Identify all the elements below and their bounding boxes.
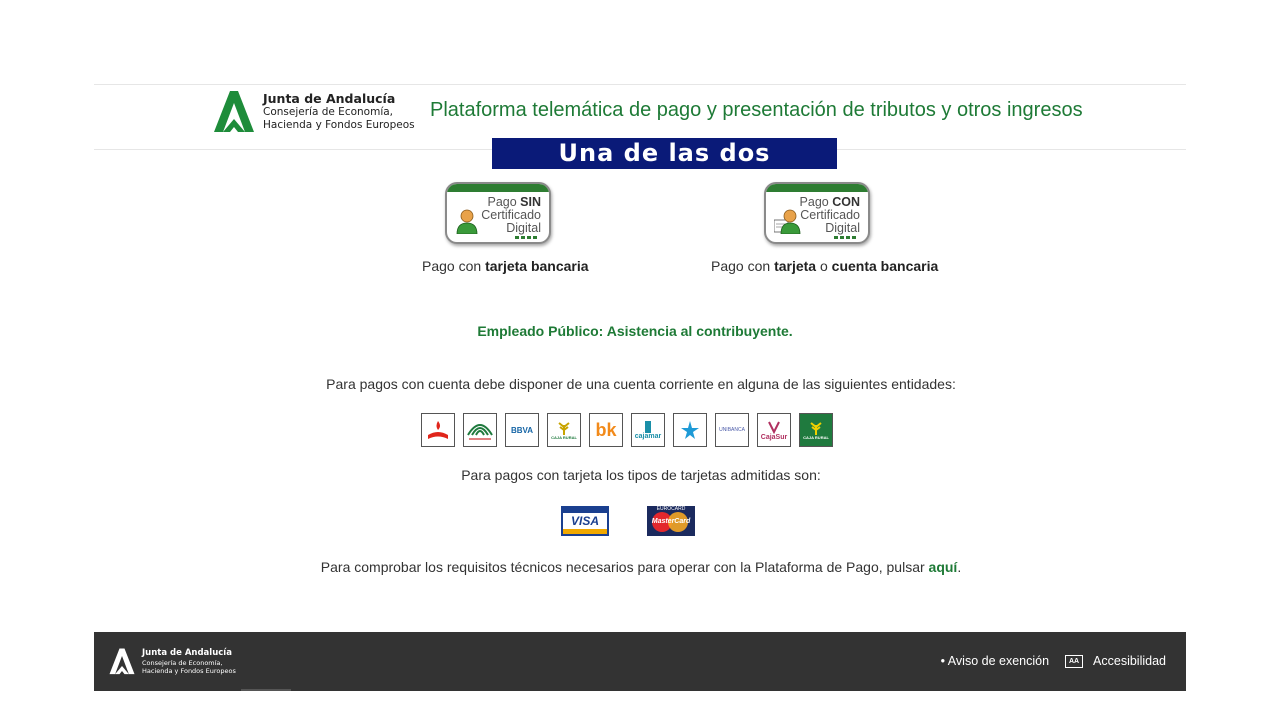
junta-logo-icon — [214, 91, 254, 132]
button-top-bar — [447, 184, 549, 192]
bk-label: bk — [595, 419, 617, 440]
tarjetas-text: Para pagos con tarjeta los tipos de tarj… — [461, 467, 821, 483]
platform-title: Plataforma telemática de pago y presenta… — [430, 99, 1083, 121]
logo-title: Junta de Andalucía — [263, 91, 396, 106]
empleado-publico-link[interactable]: Empleado Público: Asistencia al contribu… — [0, 323, 1270, 339]
footer-logo-sub2: Hacienda y Fondos Europeos — [142, 666, 236, 675]
caja-rural-logo: CAJA RURAL — [547, 413, 581, 447]
caption-con-d: cuenta bancaria — [831, 258, 939, 274]
requisitos-body: Para comprobar los requisitos técnicos n… — [320, 559, 929, 575]
cajamar-logo: cajamar — [631, 413, 665, 447]
page-footer: Junta de Andalucía Consejería de Economí… — [94, 632, 1186, 691]
cajasur-logo: CajaSur — [757, 413, 791, 447]
footer-tab-indicator — [241, 689, 291, 691]
wheat-icon — [810, 421, 822, 435]
santander-icon — [428, 421, 448, 439]
cajasur-icon — [768, 421, 780, 434]
pago-sin-text: Pago SIN Certificado Digital — [481, 196, 541, 235]
unicaja-icon — [467, 424, 493, 440]
footer-links: • Aviso de exención AA Accesibilidad — [941, 654, 1166, 668]
requisitos-link[interactable]: aquí — [929, 559, 958, 575]
bankinter-logo: bk — [589, 413, 623, 447]
pago-con-line3: Digital — [825, 221, 860, 235]
pago-sin-caption: Pago con tarjeta bancaria — [422, 258, 589, 274]
logo-subtitle-2: Hacienda y Fondos Europeos — [263, 118, 415, 131]
caja-rural-del-sur-label: CAJA RURAL — [803, 434, 829, 440]
pago-sin-certificado-button[interactable]: Pago SIN Certificado Digital — [445, 182, 551, 244]
bbva-logo: BBVA — [505, 413, 539, 447]
caixabank-logo — [673, 413, 707, 447]
pago-con-line1a: Pago — [799, 195, 833, 209]
footer-logo-title: Junta de Andalucía — [142, 647, 232, 658]
caption-con-b: tarjeta — [774, 258, 817, 274]
visa-label: VISA — [570, 514, 599, 528]
logo-text: Junta de Andalucía Consejería de Economí… — [263, 91, 415, 131]
pago-con-certificado-button[interactable]: Pago CON Certificado Digital — [764, 182, 870, 244]
caja-rural-del-sur-logo: CAJA RURAL — [799, 413, 833, 447]
pago-con-caption: Pago con tarjeta o cuenta bancaria — [711, 258, 938, 274]
button-top-bar — [766, 184, 868, 192]
junta-logo[interactable]: Junta de Andalucía Consejería de Economí… — [210, 89, 415, 133]
pago-sin-line1a: Pago — [487, 195, 521, 209]
cajamar-icon — [645, 420, 651, 433]
santander-logo — [421, 413, 455, 447]
pago-sin-line3: Digital — [506, 221, 541, 235]
accesibilidad-link[interactable]: Accesibilidad — [1093, 654, 1166, 668]
caption-con-c: o — [816, 258, 832, 274]
mastercard-logo: EUROCARD MasterCard — [647, 506, 695, 536]
visa-stripe-top — [563, 508, 607, 513]
cajamar-label: cajamar — [634, 432, 662, 440]
visa-stripe-bottom — [563, 529, 607, 534]
caption-sin-a: Pago con — [422, 258, 486, 274]
mastercard-label: MasterCard — [651, 518, 691, 525]
user-icon — [456, 209, 478, 234]
entidades-text: Para pagos con cuenta debe disponer de u… — [326, 376, 956, 392]
caption-con-a: Pago con — [711, 258, 775, 274]
certificate-user-icon — [774, 209, 801, 234]
unibanca-logo: UNIBANCA — [715, 413, 749, 447]
requisitos-end: . — [957, 559, 962, 575]
unicaja-logo — [463, 413, 497, 447]
requisitos-text: Para comprobar los requisitos técnicos n… — [0, 559, 1280, 575]
caption-sin-b: tarjeta bancaria — [485, 258, 589, 274]
footer-logo-sub1: Consejería de Economía, — [142, 658, 223, 667]
eurocard-label: EUROCARD — [656, 506, 686, 512]
unibanca-label: UNIBANCA — [719, 427, 745, 433]
button-dots — [834, 236, 856, 239]
footer-junta-logo-icon — [109, 648, 135, 675]
cajasur-label: CajaSur — [760, 433, 788, 441]
visa-card-logo: VISA — [561, 506, 609, 536]
bbva-label: BBVA — [510, 425, 534, 435]
bank-logos: BBVA CAJA RURAL bk cajamar UNIBANCA Caja… — [421, 413, 833, 447]
pago-con-line1b: CON — [832, 195, 860, 209]
pago-sin-line1b: SIN — [520, 195, 541, 209]
options-title: Una de las dos opciones — [492, 138, 837, 198]
caja-rural-label: CAJA RURAL — [551, 434, 577, 440]
logo-subtitle-1: Consejería de Economía, — [263, 106, 394, 118]
aviso-exencion-link[interactable]: • Aviso de exención — [941, 654, 1049, 668]
caixabank-star-icon — [681, 421, 699, 439]
footer-logo-text: Junta de Andalucía Consejería de Economí… — [142, 648, 236, 675]
wheat-icon — [558, 421, 570, 435]
button-dots — [515, 236, 537, 239]
pago-con-text: Pago CON Certificado Digital — [800, 196, 860, 235]
footer-logo[interactable]: Junta de Andalucía Consejería de Economí… — [107, 646, 236, 676]
accessibility-icon: AA — [1065, 654, 1084, 668]
